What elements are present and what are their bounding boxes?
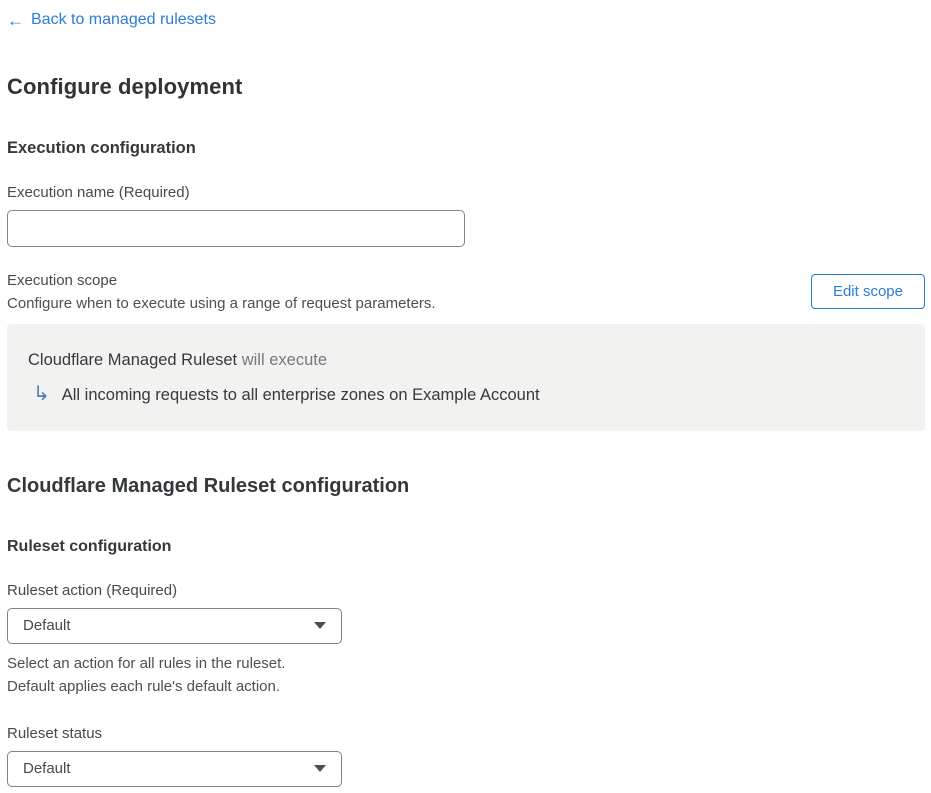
ruleset-action-value: Default bbox=[23, 617, 71, 634]
ruleset-configuration-subheading: Ruleset configuration bbox=[7, 537, 172, 555]
ruleset-status-select[interactable]: Default bbox=[7, 750, 342, 787]
edit-scope-button[interactable]: Edit scope bbox=[810, 274, 925, 309]
execution-configuration-heading: Execution configuration bbox=[7, 138, 196, 157]
ruleset-action-help-line-1: Select an action for all rules in the ru… bbox=[7, 654, 286, 672]
scope-summary-panel: Cloudflare Managed Ruleset will execute … bbox=[7, 323, 925, 431]
page-title: Configure deployment bbox=[7, 73, 243, 99]
back-link-label: Back to managed rulesets bbox=[31, 11, 216, 28]
will-execute-text: will execute bbox=[237, 350, 328, 369]
execution-scope-label: Execution scope bbox=[7, 271, 118, 289]
execution-scope-row: Execution scope Configure when to execut… bbox=[7, 272, 925, 312]
return-arrow-icon: ↳ bbox=[33, 380, 50, 405]
chevron-down-icon bbox=[314, 622, 326, 629]
ruleset-status-label: Ruleset status bbox=[7, 724, 103, 742]
scope-summary-detail: All incoming requests to all enterprise … bbox=[61, 385, 540, 404]
back-to-managed-rulesets-link[interactable]: ← Back to managed rulesets bbox=[7, 11, 216, 29]
ruleset-action-label: Ruleset action (Required) bbox=[7, 581, 178, 599]
back-arrow-icon: ← bbox=[7, 10, 24, 30]
ruleset-name: Cloudflare Managed Ruleset bbox=[28, 350, 238, 369]
configure-deployment-page: ← Back to managed rulesets Configure dep… bbox=[0, 0, 931, 793]
execution-name-label: Execution name (Required) bbox=[7, 183, 190, 201]
ruleset-action-help: Select an action for all rules in the ru… bbox=[7, 652, 925, 698]
execution-scope-text: Execution scope Configure when to execut… bbox=[7, 272, 436, 312]
ruleset-status-value: Default bbox=[23, 760, 71, 777]
scope-summary-detail-row: ↳ All incoming requests to all enterpris… bbox=[28, 383, 905, 405]
execution-scope-description: Configure when to execute using a range … bbox=[7, 294, 436, 312]
ruleset-configuration-heading: Cloudflare Managed Ruleset configuration bbox=[7, 474, 410, 497]
execution-name-input[interactable] bbox=[7, 209, 465, 247]
scope-summary-headline: Cloudflare Managed Ruleset will execute bbox=[28, 351, 905, 370]
chevron-down-icon bbox=[314, 765, 326, 772]
ruleset-action-select[interactable]: Default bbox=[7, 607, 342, 644]
ruleset-action-help-line-2: Default applies each rule's default acti… bbox=[7, 677, 281, 695]
